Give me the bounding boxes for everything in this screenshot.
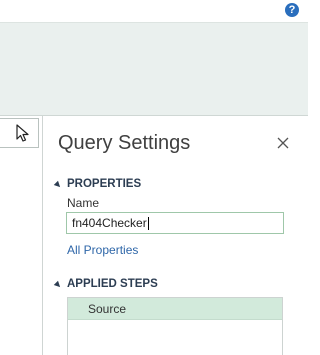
applied-steps-heading: APPLIED STEPS: [67, 278, 158, 290]
properties-heading: PROPERTIES: [67, 178, 142, 190]
collapse-triangle-icon: [53, 280, 63, 289]
applied-steps-section-header[interactable]: APPLIED STEPS: [53, 278, 158, 290]
ribbon: [0, 22, 308, 116]
pane-title: Query Settings: [58, 132, 191, 154]
properties-section-header[interactable]: PROPERTIES: [53, 178, 142, 190]
all-properties-link[interactable]: All Properties: [67, 243, 138, 257]
title-strip: ?: [0, 0, 308, 22]
app-window: ? Query Settings PROPERTIES Name fn404Ch…: [0, 0, 308, 355]
name-field-value: fn404Checker: [72, 216, 147, 230]
applied-steps-list: Source: [67, 297, 283, 355]
close-icon[interactable]: [276, 136, 290, 150]
query-settings-pane: Query Settings PROPERTIES Name fn404Chec…: [42, 116, 308, 355]
name-field[interactable]: fn404Checker: [66, 212, 284, 234]
cursor-arrow-icon: [16, 124, 29, 142]
name-label: Name: [67, 196, 100, 210]
editor-region: [0, 116, 42, 355]
help-icon[interactable]: ?: [285, 3, 299, 17]
step-item-source[interactable]: Source: [68, 298, 282, 320]
collapse-triangle-icon: [53, 180, 63, 189]
step-label: Source: [88, 301, 127, 316]
formula-bar[interactable]: [0, 118, 39, 148]
text-caret: [147, 216, 149, 230]
